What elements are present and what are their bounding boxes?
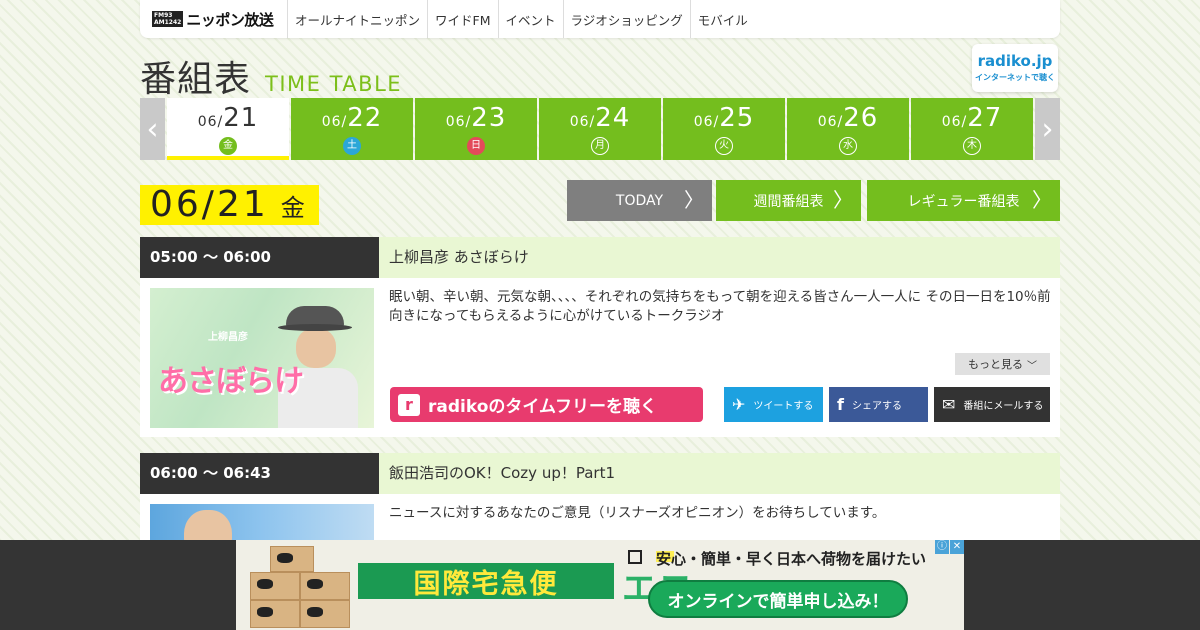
- regular-schedule-button[interactable]: レギュラー番組表 〉: [867, 180, 1060, 221]
- radiko-logo: radiko.jp: [977, 52, 1053, 70]
- current-date-heading: 06/21 金: [140, 185, 319, 225]
- nav-item-allnight[interactable]: オールナイトニッポン: [288, 0, 429, 38]
- date-tab-0622[interactable]: 06/22 土: [291, 98, 413, 160]
- program-block: 05:00 ～ 06:00 上柳昌彦 あさぼらけ 上柳昌彦 あさぼらけ 眠い朝、…: [140, 237, 1060, 437]
- site-logo[interactable]: FM93 AM1242 ニッポン放送: [140, 0, 288, 38]
- tweet-button[interactable]: ✈ ツイートする: [724, 387, 823, 422]
- chevron-right-icon: 〉: [1032, 188, 1052, 212]
- page-title: 番組表 TIME TABLE: [140, 50, 402, 102]
- nav-item-widefm[interactable]: ワイドFM: [428, 0, 499, 38]
- program-time: 05:00 ～ 06:00: [140, 237, 379, 278]
- more-button[interactable]: もっと見る ﹀: [955, 353, 1050, 375]
- logo-badge: FM93 AM1242: [152, 11, 184, 27]
- thumb-logo-text: あさぼらけ: [158, 364, 304, 399]
- chevron-right-icon: 〉: [684, 188, 704, 212]
- weekday-badge: 火: [715, 137, 733, 155]
- program-title[interactable]: 上柳昌彦 あさぼらけ: [379, 237, 1060, 278]
- radiko-icon: r: [398, 393, 420, 416]
- mail-button[interactable]: ✉ 番組にメールする: [934, 387, 1050, 422]
- ad-cta-button[interactable]: オンラインで簡単申し込み！: [648, 580, 908, 618]
- weekday-badge: 月: [591, 137, 609, 155]
- nav-item-shopping[interactable]: ラジオショッピング: [564, 0, 691, 38]
- program-thumbnail[interactable]: 上柳昌彦 あさぼらけ: [150, 288, 374, 428]
- logo-name: ニッポン放送: [186, 10, 274, 29]
- current-weekday: 金: [280, 194, 305, 222]
- page-title-jp: 番組表: [140, 59, 252, 100]
- current-date: 06/21: [150, 184, 269, 225]
- chevron-right-icon: 〉: [833, 188, 853, 212]
- program-description: 眠い朝、辛い朝、元気な朝、、、、それぞれの気持ちをもって朝を迎える皆さん一人一人…: [389, 289, 1051, 324]
- date-tab-0623[interactable]: 06/23 日: [415, 98, 537, 160]
- parcel-boxes-image: [250, 546, 354, 628]
- program-title[interactable]: 飯田浩司のOK！Cozy up！Part1: [379, 453, 1060, 494]
- top-nav: FM93 AM1242 ニッポン放送 オールナイトニッポン ワイドFM イベント…: [140, 0, 1060, 38]
- weekday-badge: 金: [219, 137, 237, 155]
- nav-item-event[interactable]: イベント: [499, 0, 564, 38]
- ad-main-text: 国際宅急便: [358, 563, 614, 600]
- today-button[interactable]: TODAY 〉: [567, 180, 712, 221]
- weekday-badge: 木: [963, 137, 981, 155]
- date-tabs: ‹ 06/21 金 06/22 土 06/23 日 06/24 月 06/25 …: [140, 98, 1060, 160]
- date-tab-0627[interactable]: 06/27 木: [911, 98, 1033, 160]
- date-tab-0621[interactable]: 06/21 金: [167, 98, 289, 160]
- facebook-icon: f: [837, 395, 844, 414]
- weekday-badge: 水: [839, 137, 857, 155]
- program-time: 06:00 ～ 06:43: [140, 453, 379, 494]
- prev-week-button[interactable]: ‹: [140, 98, 165, 160]
- chevron-down-icon: ﹀: [1027, 360, 1037, 372]
- share-button[interactable]: f シェアする: [829, 387, 928, 422]
- date-tab-0624[interactable]: 06/24 月: [539, 98, 661, 160]
- mail-icon: ✉: [942, 395, 956, 414]
- close-icon[interactable]: ✕: [950, 540, 964, 554]
- ad-banner[interactable]: 安心・簡単・早く日本へ荷物を届けたい 国際宅急便 エコ オンラインで簡単申し込み…: [236, 540, 964, 630]
- date-tab-0626[interactable]: 06/26 水: [787, 98, 909, 160]
- page-title-en: TIME TABLE: [265, 72, 403, 96]
- ad-headline: 安心・簡単・早く日本へ荷物を届けたい: [656, 550, 927, 568]
- thumb-host-name: 上柳昌彦: [208, 332, 248, 343]
- program-body: 上柳昌彦 あさぼらけ 眠い朝、辛い朝、元気な朝、、、、それぞれの気持ちをもって朝…: [140, 278, 1060, 437]
- radiko-link[interactable]: radiko.jp インターネットで聴く: [972, 44, 1058, 92]
- next-week-button[interactable]: ›: [1035, 98, 1060, 160]
- ad-controls: ⓘ ✕: [934, 540, 964, 554]
- weekday-badge: 土: [343, 137, 361, 155]
- date-tab-0625[interactable]: 06/25 火: [663, 98, 785, 160]
- weekday-badge: 日: [467, 137, 485, 155]
- radiko-sub: インターネットで聴く: [975, 73, 1055, 82]
- radiko-timefree-button[interactable]: r radikoのタイムフリーを聴く: [390, 387, 703, 422]
- info-icon[interactable]: ⓘ: [935, 540, 949, 554]
- program-block: 06:00 ～ 06:43 飯田浩司のOK！Cozy up！Part1 ニュース…: [140, 453, 1060, 564]
- twitter-icon: ✈: [732, 395, 746, 414]
- weekly-schedule-button[interactable]: 週間番組表 〉: [716, 180, 861, 221]
- program-description: ニュースに対するあなたのご意見（リスナーズオピニオン）をお待ちしています。: [389, 505, 886, 521]
- nav-item-mobile[interactable]: モバイル: [691, 0, 755, 38]
